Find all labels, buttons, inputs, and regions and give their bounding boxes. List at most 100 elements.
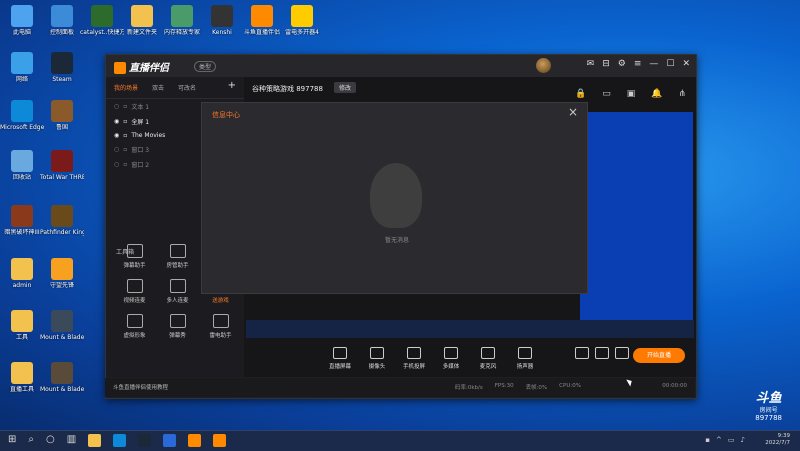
avatar[interactable]: [536, 58, 551, 73]
desktop-icon[interactable]: admin: [0, 258, 44, 289]
network-icon[interactable]: ▭: [728, 436, 735, 444]
cortana-icon[interactable]: ○: [46, 434, 55, 447]
lock-icon[interactable]: ▫: [123, 146, 127, 153]
douyu-companion-icon[interactable]: [213, 434, 227, 447]
bitrate-stat: 码率:0kb/s: [455, 385, 483, 391]
toolbox-item[interactable]: 多人连麦: [156, 279, 199, 304]
game-icon: [51, 100, 73, 122]
tab-double-click[interactable]: 双击: [152, 83, 164, 92]
visibility-eye-icon[interactable]: ○: [114, 146, 119, 153]
douyu-companion-icon[interactable]: [188, 434, 202, 447]
add-scene-icon[interactable]: +: [228, 81, 236, 92]
tab-rename[interactable]: 可改名: [178, 83, 196, 92]
visibility-eye-icon[interactable]: ◉: [114, 118, 119, 125]
chevron-up-icon[interactable]: ^: [716, 436, 722, 444]
toolbox-item[interactable]: 弹幕助手: [113, 244, 156, 269]
desktop-icon[interactable]: Steam: [40, 52, 84, 83]
desktop-icon[interactable]: Kenshi: [200, 5, 244, 36]
toolbox-item[interactable]: 雷电助手: [199, 314, 242, 339]
toolbox-item[interactable]: 房管助手: [156, 244, 199, 269]
desktop-icon[interactable]: 守望先锋: [40, 258, 84, 289]
desktop-icon[interactable]: 雷电多开器4: [280, 5, 324, 36]
tool-label: 多人连麦: [166, 298, 189, 304]
desktop-icon[interactable]: 暗黑破坏神III: [0, 205, 44, 236]
search-icon[interactable]: ⌕: [28, 434, 34, 447]
tool-icon: [126, 279, 143, 293]
tool-icon: [212, 314, 229, 328]
source-button[interactable]: 摄像头: [360, 347, 394, 370]
visibility-eye-icon[interactable]: ○: [114, 161, 119, 168]
desktop-icon[interactable]: 斗鱼直播伴侣: [240, 5, 284, 36]
desktop-icon[interactable]: 回收站: [0, 150, 44, 181]
steam-icon[interactable]: [138, 434, 152, 447]
dialog-close-icon[interactable]: ×: [568, 105, 578, 119]
desktop-icon[interactable]: 直播工具: [0, 362, 44, 393]
volume-icon[interactable]: ♪: [741, 436, 745, 444]
message-icon[interactable]: ✉: [587, 59, 595, 69]
desktop-icon-label: 雷电多开器4: [285, 29, 319, 36]
pathfinder-icon: [51, 205, 73, 227]
tool-label: 弹幕助手: [123, 263, 146, 269]
source-button[interactable]: 麦克风: [471, 347, 505, 370]
dialog-title: 信息中心: [212, 111, 240, 119]
tray-app-icon[interactable]: ▪: [705, 436, 710, 444]
desktop-icon[interactable]: 内存释放专家: [160, 5, 204, 36]
tab-my-scenes[interactable]: 我的场景: [114, 83, 138, 92]
windows-start-icon[interactable]: ⊞: [8, 434, 16, 447]
desktop-icon[interactable]: 控制面板: [40, 5, 84, 36]
desktop-icon[interactable]: Pathfinder Kingmaker: [40, 205, 84, 236]
settings-icon[interactable]: ⚙: [618, 59, 626, 69]
share-icon[interactable]: ⋔: [678, 89, 686, 99]
lock-icon[interactable]: ▫: [123, 161, 127, 168]
room-title: 谷种策略游戏 897788: [252, 85, 323, 93]
visibility-eye-icon[interactable]: ○: [114, 103, 119, 110]
lock-icon[interactable]: ▫: [123, 118, 127, 125]
app-icon[interactable]: [163, 434, 177, 447]
lock-icon[interactable]: ▫: [123, 103, 127, 110]
source-button[interactable]: 手机投屏: [397, 347, 431, 370]
desktop-icon[interactable]: 新建文件夹: [120, 5, 164, 36]
maximize-icon[interactable]: ☐: [666, 59, 674, 69]
desktop-icon[interactable]: 工具: [0, 310, 44, 341]
desktop-icon[interactable]: catalyst..快捷方式: [80, 5, 124, 36]
toolbox-item[interactable]: 弹幕秀: [156, 314, 199, 339]
bell-icon[interactable]: 🔔: [651, 89, 662, 99]
screen-icon[interactable]: ▣: [627, 89, 636, 99]
type-badge[interactable]: 类型: [194, 61, 217, 72]
desktop-icon[interactable]: Mount & Blade II...: [40, 362, 84, 393]
diablo-icon: [11, 205, 33, 227]
layout-icon[interactable]: ▭: [602, 89, 611, 99]
desktop-icon-label: Mount & Blade II...: [40, 334, 84, 341]
source-button[interactable]: 扬声器: [508, 347, 542, 370]
menu-icon[interactable]: ≡: [634, 59, 642, 69]
desktop-icon-label: 直播工具: [9, 386, 34, 393]
desktop-icon-label: 内存释放专家: [163, 29, 200, 36]
desktop-icon[interactable]: 网络: [0, 52, 44, 83]
lock-icon[interactable]: 🔒: [575, 89, 586, 99]
close-icon[interactable]: ✕: [682, 59, 690, 69]
start-live-button[interactable]: 开始直播: [633, 348, 685, 363]
lock-icon[interactable]: ▫: [123, 132, 127, 139]
edge-icon[interactable]: [113, 434, 127, 447]
steam-icon: [51, 52, 73, 74]
desktop-icon[interactable]: Microsoft Edge: [0, 100, 44, 131]
edit-button[interactable]: 修改: [334, 82, 357, 93]
file-explorer-icon[interactable]: [88, 434, 102, 447]
minimize-icon[interactable]: —: [649, 59, 658, 69]
source-button[interactable]: 多媒体: [434, 347, 468, 370]
desktop-icon[interactable]: 鲁国: [40, 100, 84, 131]
source-button[interactable]: 直播屏幕: [323, 347, 357, 370]
task-view-icon[interactable]: ▥: [67, 434, 76, 447]
gift-icon[interactable]: ⊟: [602, 59, 610, 69]
toolbox-item[interactable]: 视频连麦: [113, 279, 156, 304]
toolbox-item[interactable]: 虚拟形象: [113, 314, 156, 339]
desktop-icon[interactable]: Total War THREE K...: [40, 150, 84, 181]
preview-taskbar-capture: [246, 320, 694, 338]
desktop-icon[interactable]: Mount & Blade II...: [40, 310, 84, 341]
clock[interactable]: 9:39 2022/7/7: [765, 433, 790, 447]
visibility-eye-icon[interactable]: ◉: [114, 132, 119, 139]
room-number: 897788: [755, 414, 782, 422]
title-bar[interactable]: 直播伴侣 类型 ✉ ⊟ ⚙ ≡ — ☐ ✕: [106, 55, 696, 77]
tutorial-link[interactable]: 斗鱼直播伴侣使用教程: [113, 383, 168, 391]
desktop-icon[interactable]: 此电脑: [0, 5, 44, 36]
